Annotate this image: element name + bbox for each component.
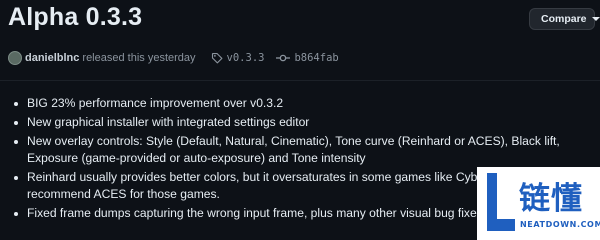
list-item: BIG 23% performance improvement over v0.… <box>14 95 587 112</box>
tag-icon <box>211 52 223 64</box>
watermark-text: 链懂 <box>519 181 583 217</box>
compare-label: Compare <box>541 13 587 25</box>
release-meta: danielblnc released this yesterday v0.3.… <box>8 49 339 67</box>
avatar[interactable] <box>8 51 22 65</box>
watermark-logo: 链懂 NEATDOWN.COM <box>477 167 600 240</box>
git-commit-icon <box>276 52 291 64</box>
released-text: released this yesterday <box>82 52 196 64</box>
list-item: New graphical installer with integrated … <box>14 114 587 131</box>
release-title: Alpha 0.3.3 <box>8 3 143 31</box>
tag-link[interactable]: v0.3.3 <box>227 52 265 64</box>
author-link[interactable]: danielblnc <box>25 52 79 64</box>
divider <box>0 80 600 81</box>
caret-down-icon <box>591 17 600 21</box>
watermark-l-icon <box>487 173 515 231</box>
watermark-subtext: NEATDOWN.COM <box>520 220 600 229</box>
compare-button[interactable]: Compare <box>529 8 600 30</box>
list-item: New overlay controls: Style (Default, Na… <box>14 133 587 167</box>
commit-link[interactable]: b864fab <box>294 52 338 64</box>
